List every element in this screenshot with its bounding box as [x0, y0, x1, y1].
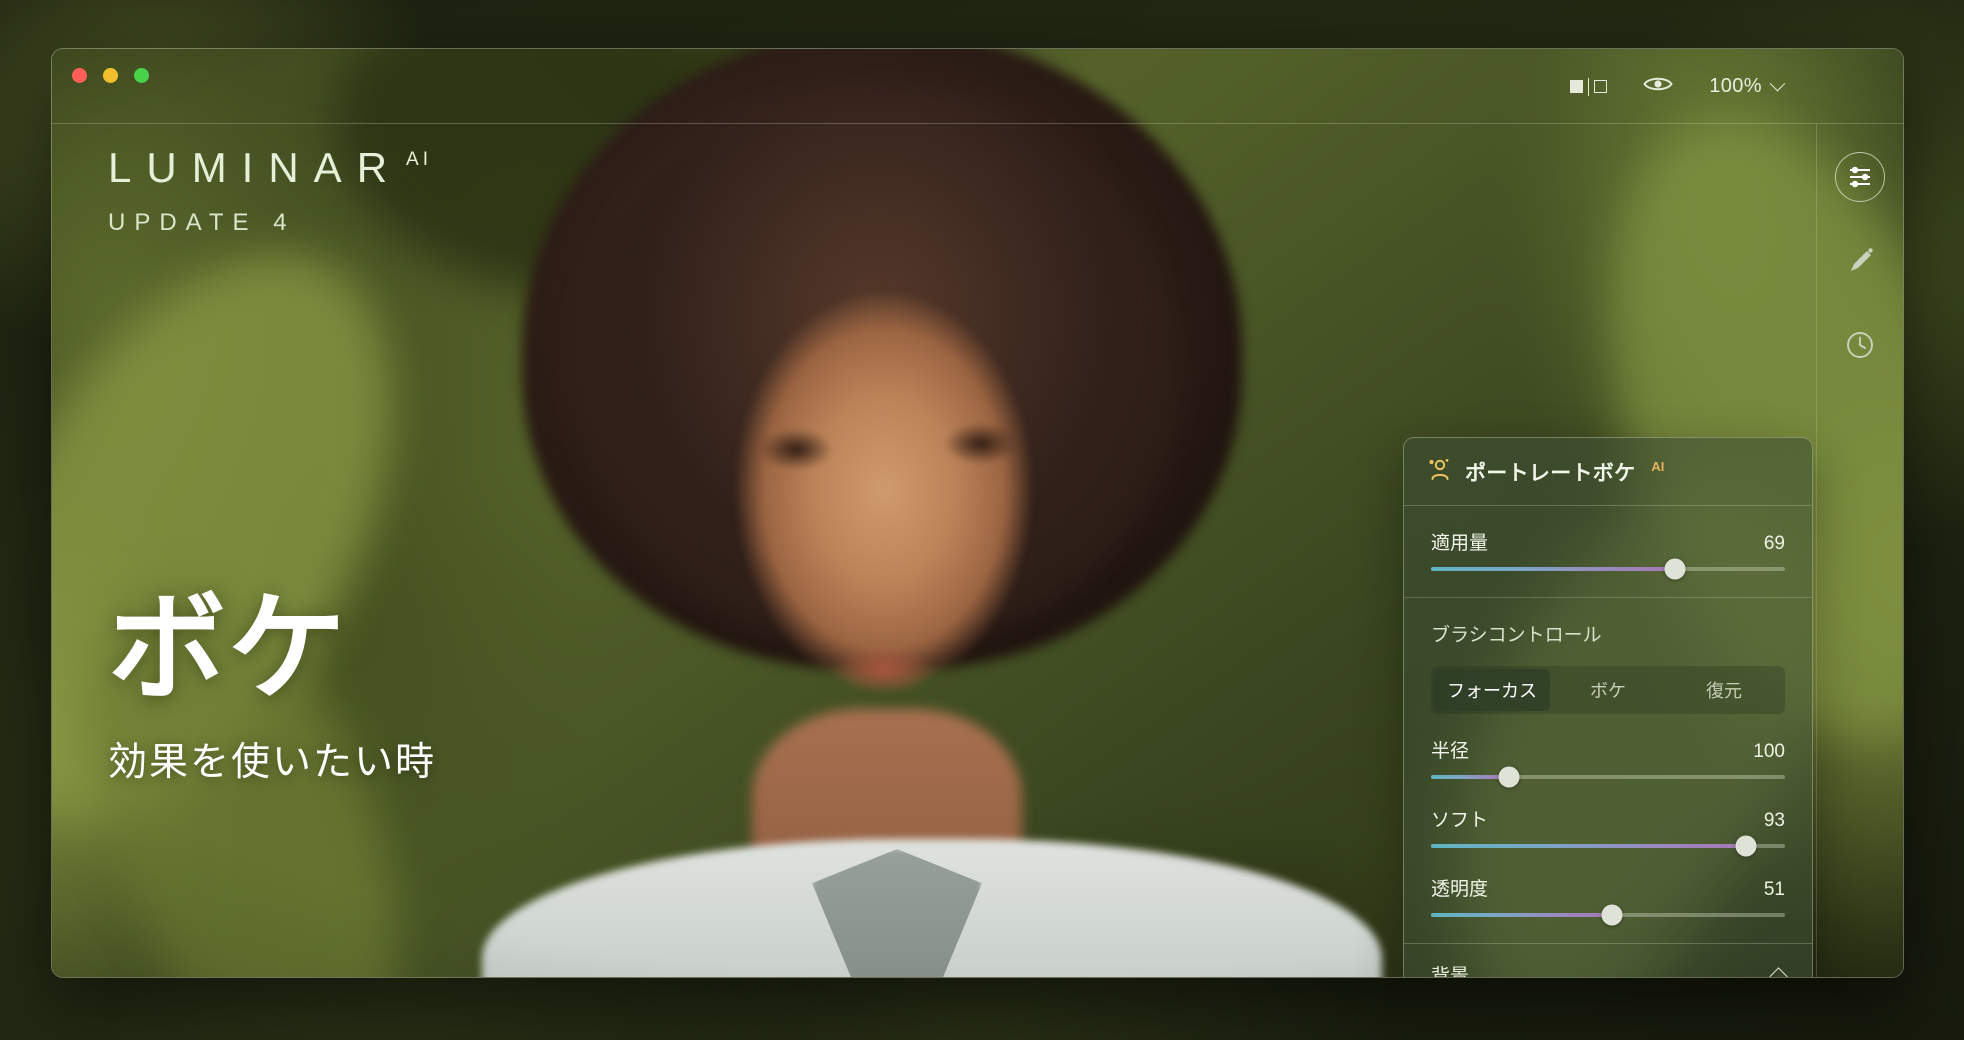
opacity-slider-row: 透明度 51 — [1431, 874, 1785, 926]
amount-label: 適用量 — [1431, 533, 1489, 554]
opacity-slider-thumb[interactable] — [1601, 904, 1623, 926]
tool-rail — [1816, 124, 1903, 977]
brush-mode-focus[interactable]: フォーカス — [1434, 669, 1550, 711]
panel-ai-badge: AI — [1651, 459, 1665, 474]
radius-slider-fill — [1431, 775, 1509, 779]
background-section-row[interactable]: 背景 — [1404, 943, 1812, 978]
headline-block: ボケ 効果を使いたい時 — [108, 582, 437, 787]
chevron-up-icon[interactable] — [1769, 967, 1788, 977]
brand-name-row: LUMINAR AI — [108, 147, 432, 189]
zoom-level-control[interactable]: 100% — [1709, 75, 1786, 98]
zoom-level-value: 100% — [1709, 75, 1762, 97]
compare-split-icon[interactable] — [1570, 77, 1608, 96]
maximize-button[interactable] — [134, 68, 149, 83]
softness-slider-fill — [1431, 844, 1747, 848]
softness-label: ソフト — [1431, 810, 1489, 831]
panel-header[interactable]: ポートレートボケ AI — [1404, 438, 1812, 506]
radius-slider-thumb[interactable] — [1498, 766, 1520, 788]
compare-filled-square — [1570, 80, 1584, 93]
amount-slider[interactable] — [1431, 558, 1785, 580]
traffic-lights — [72, 68, 149, 83]
brand-subtitle: UPDATE 4 — [108, 209, 296, 236]
softness-value: 93 — [1763, 810, 1785, 831]
window-titlebar: 100% — [52, 49, 1903, 124]
sliders-icon[interactable] — [1835, 152, 1885, 202]
opacity-slider-header: 透明度 51 — [1431, 874, 1785, 901]
amount-slider-thumb[interactable] — [1664, 558, 1686, 580]
brand-ai-superscript: AI — [406, 149, 432, 170]
brand-product-name: LUMINAR — [108, 144, 403, 191]
brush-control-section: ブラシコントロール フォーカス ボケ 復元 半径 100 ソフト 93 透明度 … — [1404, 597, 1812, 943]
panel-title: ポートレートボケ — [1465, 462, 1636, 485]
softness-slider[interactable] — [1431, 835, 1785, 857]
brush-section-title: ブラシコントロール — [1431, 625, 1602, 646]
radius-value: 100 — [1753, 741, 1785, 762]
branding-block: LUMINAR AI UPDATE 4 — [108, 147, 432, 237]
radius-slider-header: 半径 100 — [1431, 736, 1785, 763]
clock-icon[interactable] — [1835, 320, 1885, 370]
background-label: 背景 — [1431, 966, 1470, 978]
close-button[interactable] — [72, 68, 87, 83]
eye-icon[interactable] — [1643, 74, 1673, 99]
softness-slider-thumb[interactable] — [1735, 835, 1757, 857]
amount-value: 69 — [1763, 533, 1785, 554]
minimize-button[interactable] — [103, 68, 118, 83]
portrait-person-icon — [1426, 458, 1452, 487]
compare-divider — [1588, 77, 1590, 96]
chevron-down-icon — [1769, 75, 1786, 92]
brush-icon[interactable] — [1835, 236, 1885, 286]
luminar-app-window: LUMINAR AI UPDATE 4 ボケ 効果を使いたい時 © Maryna… — [51, 48, 1904, 978]
brush-mode-restore[interactable]: 復元 — [1666, 669, 1782, 711]
radius-slider-row: 半径 100 — [1431, 736, 1785, 788]
opacity-slider[interactable] — [1431, 904, 1785, 926]
radius-label: 半径 — [1431, 741, 1470, 762]
compare-outline-square — [1594, 80, 1608, 93]
amount-slider-header: 適用量 69 — [1431, 528, 1785, 555]
amount-section: 適用量 69 — [1404, 506, 1812, 597]
radius-slider[interactable] — [1431, 766, 1785, 788]
subject-face — [664, 229, 1104, 809]
headline-sub-text: 効果を使いたい時 — [108, 741, 437, 784]
headline-main-text: ボケ — [108, 582, 349, 715]
amount-slider-fill — [1431, 567, 1676, 571]
amount-slider-row: 適用量 69 — [1431, 528, 1785, 580]
softness-slider-row: ソフト 93 — [1431, 805, 1785, 857]
opacity-label: 透明度 — [1431, 879, 1489, 900]
titlebar-actions: 100% — [1570, 49, 1786, 124]
opacity-slider-fill — [1431, 913, 1612, 917]
opacity-value: 51 — [1763, 879, 1785, 900]
portrait-bokeh-panel: ポートレートボケ AI 適用量 69 ブラシコントロール フォーカス ボケ 復元 — [1403, 437, 1813, 978]
brush-mode-bokeh[interactable]: ボケ — [1550, 669, 1666, 711]
brush-mode-segmented-control: フォーカス ボケ 復元 — [1431, 666, 1785, 714]
softness-slider-header: ソフト 93 — [1431, 805, 1785, 832]
